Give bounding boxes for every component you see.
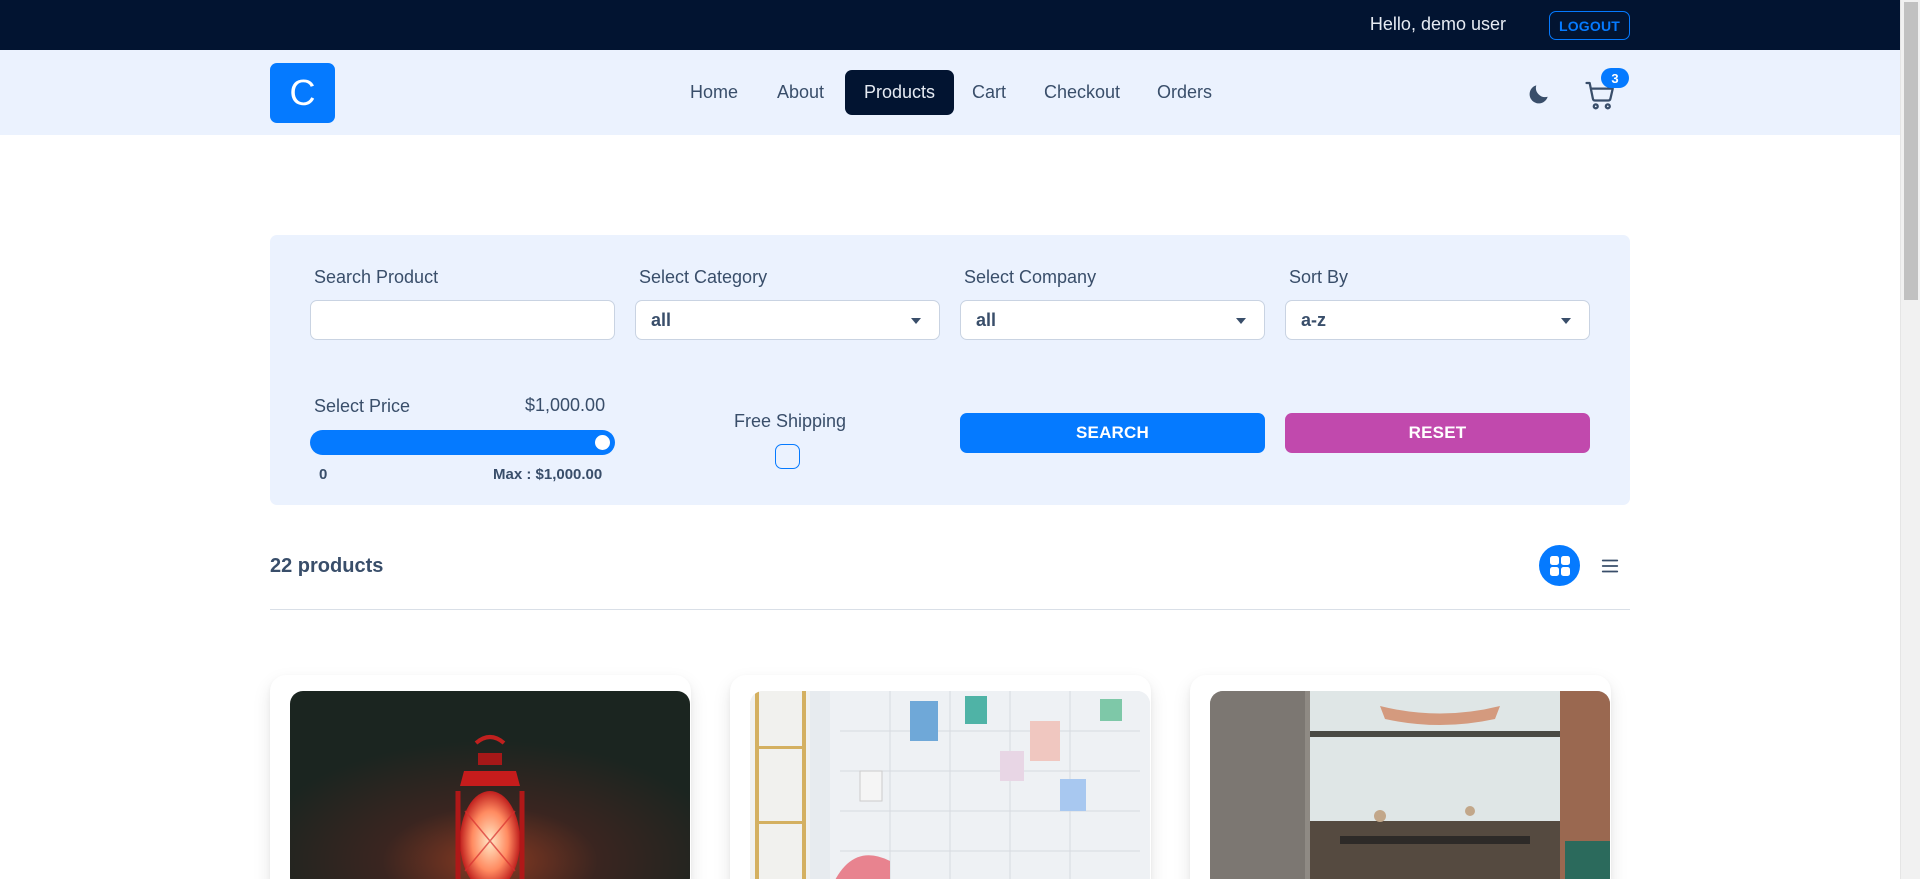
price-value: $1,000.00	[525, 395, 606, 415]
price-slider-handle[interactable]	[592, 432, 613, 453]
search-input[interactable]	[310, 300, 615, 340]
chevron-down-icon	[1236, 318, 1246, 324]
logout-button[interactable]: LOGOUT	[1549, 11, 1630, 40]
scrollbar-thumb[interactable]	[1904, 2, 1918, 300]
cafe-interior-photo	[1210, 691, 1610, 879]
price-min-label: 0	[319, 466, 328, 483]
lantern-photo	[290, 691, 690, 879]
price-max-label: Max : $1,000.00	[493, 466, 603, 483]
chevron-down-icon	[911, 318, 921, 324]
reset-button[interactable]: RESET	[1285, 413, 1590, 453]
nav-link-products[interactable]: Products	[845, 70, 955, 115]
sort-label: Sort By	[1289, 267, 1349, 287]
greeting-text: Hello, demo user	[1369, 14, 1506, 34]
sort-value: a-z	[1301, 309, 1327, 330]
nav-link-home[interactable]: Home	[671, 70, 757, 115]
nav-link-about[interactable]: About	[758, 70, 843, 115]
shipping-label: Free Shipping	[734, 411, 847, 431]
product-card[interactable]	[1190, 675, 1611, 879]
price-label: Select Price	[314, 396, 411, 416]
search-label: Search Product	[314, 267, 439, 287]
category-label: Select Category	[639, 267, 768, 287]
search-button[interactable]: SEARCH	[960, 413, 1265, 453]
chevron-down-icon	[1561, 318, 1571, 324]
category-value: all	[651, 309, 672, 330]
products-count: 22 products	[270, 555, 384, 577]
grid-view-button[interactable]	[1539, 545, 1580, 586]
filters-panel: Search Product Select Category all Selec…	[270, 235, 1630, 505]
workspace-photo	[750, 691, 1150, 879]
price-slider[interactable]	[310, 430, 615, 455]
product-card[interactable]	[730, 675, 1151, 879]
nav-link-checkout[interactable]: Checkout	[1025, 70, 1139, 115]
nav-link-orders[interactable]: Orders	[1138, 70, 1231, 115]
grid-icon	[1549, 555, 1570, 576]
divider	[270, 609, 1630, 610]
cart-count-badge: 3	[1601, 68, 1629, 88]
sort-select[interactable]: a-z	[1285, 300, 1590, 340]
list-view-button[interactable]	[1596, 552, 1624, 580]
product-card[interactable]	[270, 675, 691, 879]
moon-icon[interactable]	[1526, 81, 1552, 107]
nav-link-cart[interactable]: Cart	[953, 70, 1025, 115]
list-icon	[1601, 559, 1619, 573]
page-scrollbar[interactable]	[1900, 0, 1920, 879]
company-label: Select Company	[964, 267, 1097, 287]
top-bar: Hello, demo user LOGOUT	[0, 0, 1900, 50]
free-shipping-checkbox[interactable]	[775, 444, 800, 469]
category-select[interactable]: all	[635, 300, 940, 340]
navbar: C Home About Products Cart Checkout Orde…	[0, 50, 1900, 135]
logo[interactable]: C	[270, 63, 335, 123]
company-select[interactable]: all	[960, 300, 1265, 340]
company-value: all	[976, 309, 997, 330]
